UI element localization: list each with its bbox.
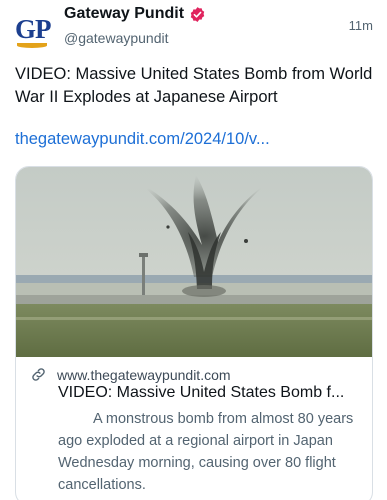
post-link[interactable]: thegatewaypundit.com/2024/10/v... <box>15 130 270 149</box>
verified-badge-icon <box>190 6 205 22</box>
card-domain-row: www.thegatewaypundit.com <box>30 366 231 383</box>
author-name[interactable]: Gateway Pundit <box>64 5 184 23</box>
post-timestamp[interactable]: 11m <box>349 18 373 33</box>
card-description: A monstrous bomb from almost 80 years ag… <box>58 411 354 493</box>
post-text: VIDEO: Massive United States Bomb from W… <box>15 65 373 106</box>
author-row: Gateway Pundit <box>64 5 206 23</box>
post[interactable]: GP Gateway Pundit @gatewaypundit 11m VID… <box>0 0 387 500</box>
card-title[interactable]: VIDEO: Massive United States Bomb f... <box>58 384 364 402</box>
card-image <box>16 167 372 357</box>
avatar-logo-swoosh <box>17 43 47 48</box>
link-icon <box>32 368 45 381</box>
card-domain: www.thegatewaypundit.com <box>57 366 231 383</box>
link-preview-card[interactable]: www.thegatewaypundit.com VIDEO: Massive … <box>15 166 373 500</box>
author-handle[interactable]: @gatewaypundit <box>64 30 169 46</box>
avatar[interactable]: GP <box>15 14 52 50</box>
avatar-logo-text: GP <box>15 14 52 44</box>
